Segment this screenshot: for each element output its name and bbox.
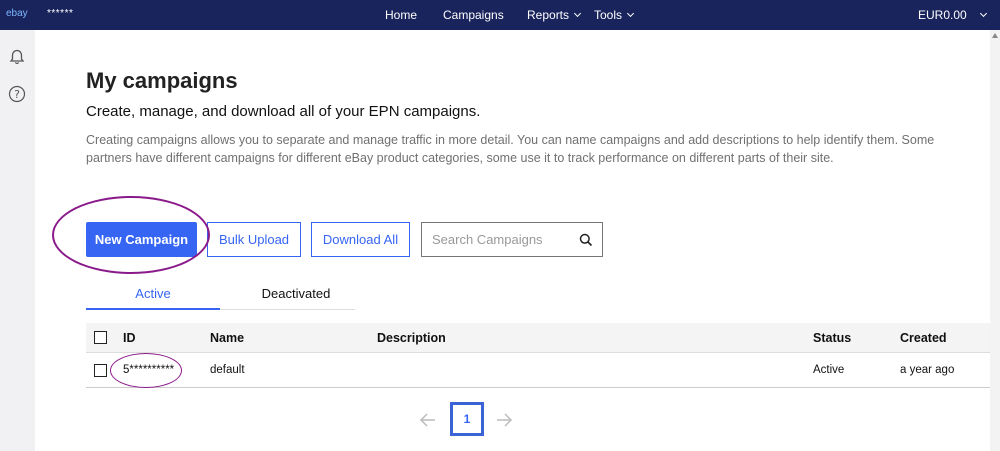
- active-tab-indicator: [86, 308, 220, 310]
- search-icon[interactable]: [579, 233, 593, 247]
- top-nav-bar: ebay ****** Home Campaigns Reports Tools…: [0, 0, 1000, 30]
- chevron-down-icon: [979, 9, 987, 18]
- nav-reports-label: Reports: [527, 8, 570, 22]
- page-description: Creating campaigns allows you to separat…: [86, 133, 935, 165]
- page-title: My campaigns: [86, 68, 238, 93]
- scroll-up-icon[interactable]: [992, 33, 998, 38]
- column-description[interactable]: Description: [377, 331, 446, 345]
- bulk-upload-button[interactable]: Bulk Upload: [207, 222, 301, 257]
- ebay-logo[interactable]: ebay: [6, 8, 28, 19]
- page-subtitle: Create, manage, and download all of your…: [86, 103, 481, 120]
- nav-reports[interactable]: Reports: [527, 8, 582, 22]
- currency-balance-label: EUR0.00: [918, 8, 967, 22]
- chevron-down-icon: [626, 9, 635, 18]
- nav-tools-label: Tools: [594, 8, 623, 22]
- nav-tools[interactable]: Tools: [594, 8, 635, 22]
- column-status[interactable]: Status: [813, 331, 851, 345]
- column-created[interactable]: Created: [900, 331, 947, 345]
- campaign-name[interactable]: default: [210, 364, 245, 376]
- search-input[interactable]: [432, 232, 572, 247]
- campaign-id[interactable]: 5**********: [123, 364, 174, 376]
- tab-active[interactable]: Active: [86, 286, 220, 301]
- arrow-right-icon[interactable]: [494, 410, 514, 430]
- chevron-down-icon: [573, 9, 582, 18]
- download-all-button[interactable]: Download All: [311, 222, 410, 257]
- page-number-current[interactable]: 1: [450, 402, 484, 436]
- nav-home[interactable]: Home: [385, 8, 417, 22]
- tab-deactivated[interactable]: Deactivated: [236, 286, 356, 301]
- main-content: My campaigns Create, manage, and downloa…: [35, 30, 990, 451]
- nav-campaigns[interactable]: Campaigns: [443, 8, 504, 22]
- search-campaigns: [421, 222, 603, 257]
- table-row[interactable]: 5********** default Active a year ago: [86, 353, 990, 388]
- currency-balance[interactable]: EUR0.00: [918, 8, 987, 22]
- table-header: ID Name Description Status Created: [86, 323, 990, 353]
- campaign-status: Active: [813, 364, 845, 376]
- help-icon[interactable]: ?: [8, 85, 26, 103]
- user-name[interactable]: ******: [47, 8, 73, 19]
- svg-text:?: ?: [14, 88, 20, 101]
- scrollbar[interactable]: [990, 30, 1000, 451]
- left-sidebar: ?: [0, 30, 35, 451]
- column-id[interactable]: ID: [123, 331, 136, 345]
- select-all-checkbox[interactable]: [94, 331, 107, 344]
- arrow-left-icon[interactable]: [418, 410, 438, 430]
- row-checkbox[interactable]: [94, 364, 107, 377]
- pagination: 1: [418, 402, 518, 438]
- new-campaign-button[interactable]: New Campaign: [86, 222, 197, 257]
- bell-icon[interactable]: [8, 48, 26, 66]
- campaign-tabs: Active Deactivated: [86, 280, 355, 310]
- campaign-created: a year ago: [900, 364, 955, 376]
- column-name[interactable]: Name: [210, 331, 244, 345]
